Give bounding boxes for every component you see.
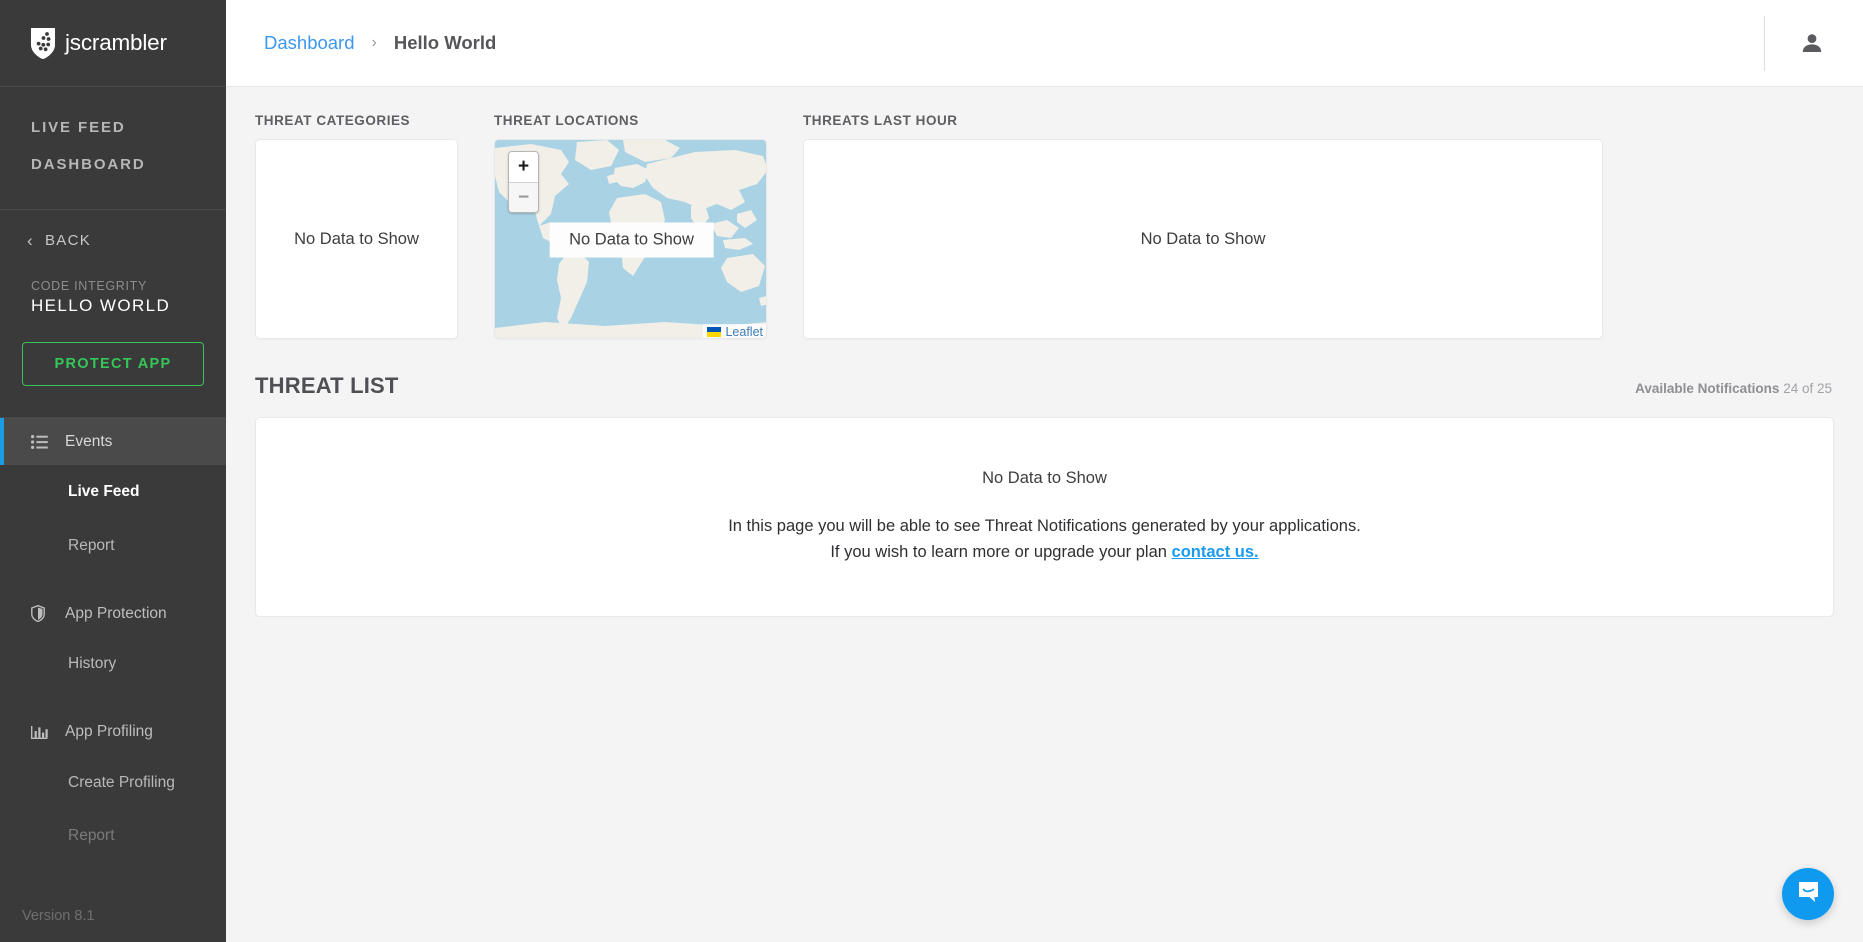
sidebar-group-app-profiling[interactable]: App Profiling bbox=[0, 709, 226, 756]
chevron-right-icon: › bbox=[371, 34, 377, 51]
threat-list-header: THREAT LIST Available Notifications 24 o… bbox=[255, 373, 1834, 399]
sidebar-main-nav: Events Live Feed Report App Protection H… bbox=[0, 418, 226, 908]
threats-last-hour-card: No Data to Show bbox=[803, 139, 1603, 339]
empty-state-text: No Data to Show bbox=[294, 229, 419, 248]
map-zoom-controls: + − bbox=[508, 151, 539, 213]
main-area: Dashboard › Hello World THREAT CATEGORIE bbox=[226, 0, 1863, 942]
sidebar-link-live-feed[interactable]: LIVE FEED bbox=[0, 109, 226, 146]
topbar-right bbox=[1764, 15, 1839, 71]
sidebar-link-dashboard[interactable]: DASHBOARD bbox=[0, 146, 226, 183]
sidebar-item-live-feed[interactable]: Live Feed bbox=[0, 465, 226, 519]
bar-chart-icon bbox=[31, 725, 51, 740]
sidebar-item-history[interactable]: History bbox=[0, 637, 226, 691]
widget-title: THREATS LAST HOUR bbox=[803, 113, 958, 128]
threat-list-description-line1: In this page you will be able to see Thr… bbox=[728, 516, 1361, 535]
app-root: jscrambler LIVE FEED DASHBOARD ‹ BACK CO… bbox=[0, 0, 1863, 942]
chat-bubble-smile-icon bbox=[1795, 878, 1822, 910]
brand-logo[interactable]: jscrambler bbox=[0, 0, 226, 87]
leaflet-link[interactable]: Leaflet bbox=[725, 325, 763, 338]
breadcrumb-dashboard-link[interactable]: Dashboard bbox=[264, 32, 355, 54]
widget-threat-categories: THREAT CATEGORIES No Data to Show bbox=[255, 113, 458, 339]
available-notifications: Available Notifications 24 of 25 bbox=[1635, 381, 1832, 399]
widget-title: THREAT CATEGORIES bbox=[255, 113, 411, 128]
nav-spacer-1 bbox=[0, 572, 226, 590]
threat-list-description-line2: If you wish to learn more or upgrade you… bbox=[830, 542, 1172, 561]
app-title: HELLO WORLD bbox=[31, 296, 171, 315]
contact-us-link[interactable]: contact us. bbox=[1172, 543, 1259, 561]
widgets-row: THREAT CATEGORIES No Data to Show THREAT… bbox=[255, 113, 1834, 339]
sidebar-app-block: ‹ BACK CODE INTEGRITY HELLO WORLD PROTEC… bbox=[0, 210, 226, 418]
version-label: Version 8.1 bbox=[22, 908, 95, 924]
breadcrumb-current: Hello World bbox=[393, 32, 497, 53]
sidebar-item-events-report[interactable]: Report bbox=[0, 519, 226, 573]
sidebar-top-nav: LIVE FEED DASHBOARD bbox=[0, 87, 226, 210]
topbar-divider bbox=[1764, 15, 1765, 71]
sidebar-item-profiling-report: Report bbox=[68, 827, 115, 844]
sidebar-group-label: App Profiling bbox=[65, 723, 153, 740]
sidebar-group-label: Events bbox=[65, 432, 113, 450]
chevron-left-icon: ‹ bbox=[27, 231, 34, 250]
sidebar-item-create-profiling[interactable]: Create Profiling bbox=[0, 756, 226, 810]
available-notifications-value: 24 of 25 bbox=[1783, 381, 1832, 396]
app-kind-label: CODE INTEGRITY bbox=[31, 279, 148, 293]
sidebar-group-events[interactable]: Events bbox=[0, 418, 226, 465]
threat-locations-card: + − No Data to Show Leaflet bbox=[494, 139, 767, 339]
threat-categories-card: No Data to Show bbox=[255, 139, 458, 339]
topbar: Dashboard › Hello World bbox=[226, 0, 1863, 87]
breadcrumb: Dashboard › Hello World bbox=[264, 32, 496, 54]
leaflet-map[interactable]: + − No Data to Show Leaflet bbox=[495, 140, 766, 338]
shield-icon bbox=[31, 605, 51, 622]
page-content: THREAT CATEGORIES No Data to Show THREAT… bbox=[226, 87, 1863, 617]
ukraine-flag-icon bbox=[707, 327, 722, 337]
map-empty-state-text: No Data to Show bbox=[549, 222, 714, 258]
widget-threat-locations: THREAT LOCATIONS + − No Data to Show Lea… bbox=[494, 113, 767, 339]
empty-state-text: No Data to Show bbox=[1140, 229, 1266, 248]
jscrambler-shield-logo-icon bbox=[30, 27, 56, 60]
protect-app-button[interactable]: PROTECT APP bbox=[22, 342, 204, 386]
threat-list-description: In this page you will be able to see Thr… bbox=[728, 514, 1361, 565]
map-zoom-out-button[interactable]: − bbox=[509, 182, 538, 212]
widget-title: THREAT LOCATIONS bbox=[494, 113, 639, 128]
list-icon bbox=[31, 434, 51, 449]
sidebar-group-app-protection[interactable]: App Protection bbox=[0, 590, 226, 637]
back-button[interactable]: ‹ BACK bbox=[0, 232, 226, 249]
widget-threats-last-hour: THREATS LAST HOUR No Data to Show bbox=[803, 113, 1603, 339]
leaflet-attribution: Leaflet bbox=[703, 324, 766, 338]
sidebar-group-label: App Protection bbox=[65, 604, 167, 622]
brand-name: jscrambler bbox=[65, 30, 167, 55]
available-notifications-label: Available Notifications bbox=[1635, 381, 1780, 396]
back-label: BACK bbox=[44, 232, 92, 249]
intercom-chat-launcher[interactable] bbox=[1782, 868, 1834, 920]
threat-list-title: THREAT LIST bbox=[255, 373, 399, 398]
user-avatar-icon[interactable] bbox=[1795, 26, 1829, 60]
nav-spacer-2 bbox=[0, 691, 226, 709]
map-zoom-in-button[interactable]: + bbox=[509, 152, 538, 182]
threat-list-card: No Data to Show In this page you will be… bbox=[255, 417, 1834, 617]
sidebar: jscrambler LIVE FEED DASHBOARD ‹ BACK CO… bbox=[0, 0, 226, 942]
threat-list-empty-title: No Data to Show bbox=[982, 468, 1107, 487]
